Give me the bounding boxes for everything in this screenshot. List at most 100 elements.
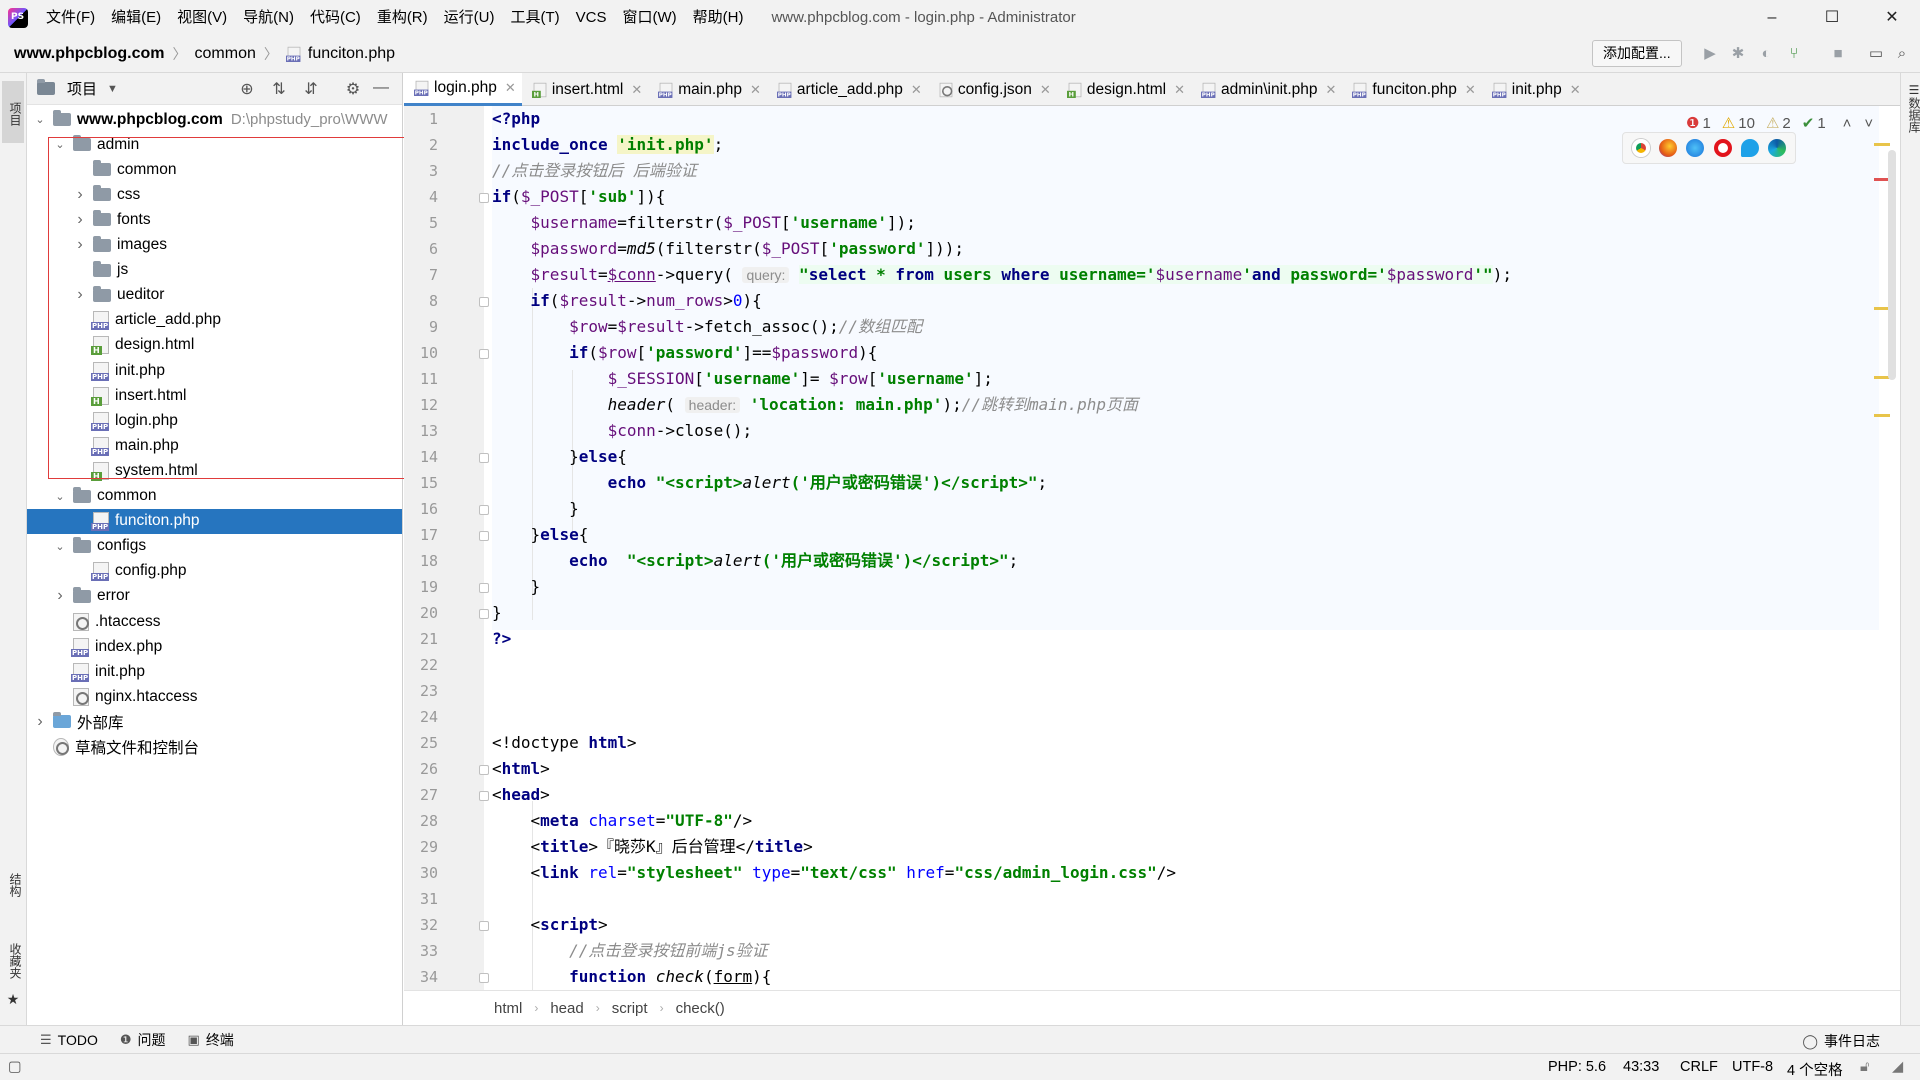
debug-icon[interactable]: ✱: [1728, 44, 1748, 64]
chevron-down-icon[interactable]: ⌄: [53, 490, 67, 503]
breadcrumb-project[interactable]: www.phpcblog.com: [14, 45, 165, 63]
add-configuration-button[interactable]: 添加配置...: [1592, 40, 1682, 67]
tree-file[interactable]: system.html: [27, 458, 402, 483]
tab-login-php[interactable]: login.php ✕: [404, 73, 522, 106]
fold-marker-icon[interactable]: [479, 765, 489, 775]
warning-mark[interactable]: [1874, 414, 1890, 417]
safari-icon[interactable]: [1686, 139, 1705, 157]
memory-indicator-icon[interactable]: ◢: [1892, 1059, 1903, 1075]
line-separator[interactable]: CRLF: [1680, 1059, 1718, 1075]
firefox-icon[interactable]: [1658, 139, 1677, 157]
event-log-button[interactable]: ◯ 事件日志: [1802, 1031, 1880, 1051]
todo-tool-button[interactable]: ☰ TODO: [40, 1032, 98, 1048]
stop-icon[interactable]: ■: [1828, 44, 1848, 64]
chevron-right-icon[interactable]: ›: [73, 236, 87, 254]
strip-tab-project[interactable]: 项目: [2, 81, 24, 143]
close-button[interactable]: ✕: [1864, 0, 1920, 35]
tab-main-php[interactable]: main.php ✕: [648, 73, 767, 106]
breadcrumb-file[interactable]: funciton.php: [308, 45, 395, 63]
tree-file[interactable]: config.php: [27, 559, 402, 584]
close-tab-icon[interactable]: ✕: [1040, 82, 1051, 98]
collapse-all-icon[interactable]: ⇵: [301, 79, 321, 99]
crumb-function[interactable]: check(): [676, 1000, 725, 1017]
gear-icon[interactable]: ⚙: [343, 79, 363, 99]
maximize-button[interactable]: ☐: [1804, 0, 1860, 35]
php-version[interactable]: PHP: 5.6: [1548, 1059, 1606, 1075]
menu-refactor[interactable]: 重构(R): [369, 0, 436, 35]
inspection-widget[interactable]: ❶1 ⚠ 10 ⚠ 2 ✔ 1 ˄ ˅: [1686, 114, 1873, 133]
file-encoding[interactable]: UTF-8: [1732, 1059, 1773, 1075]
crumb-head[interactable]: head: [550, 1000, 583, 1017]
tree-file[interactable]: insert.html: [27, 383, 402, 408]
tree-file[interactable]: login.php: [27, 408, 402, 433]
chevron-right-icon[interactable]: ›: [73, 186, 87, 204]
menu-vcs[interactable]: VCS: [568, 0, 615, 35]
close-tab-icon[interactable]: ✕: [505, 80, 516, 96]
tab-init-php[interactable]: init.php ✕: [1482, 73, 1587, 106]
tab-admin-init-php[interactable]: admin\init.php ✕: [1191, 73, 1342, 106]
tree-folder[interactable]: › fonts: [27, 207, 402, 232]
hide-panel-icon[interactable]: —: [371, 79, 391, 97]
tree-file[interactable]: .htaccess: [27, 609, 402, 634]
chevron-right-icon[interactable]: ›: [73, 286, 87, 304]
tab-insert-html[interactable]: insert.html ✕: [522, 73, 648, 106]
close-tab-icon[interactable]: ✕: [1570, 82, 1581, 98]
tab-design-html[interactable]: design.html ✕: [1057, 73, 1191, 106]
tree-file[interactable]: funciton.php: [27, 508, 402, 534]
fold-marker-icon[interactable]: [479, 505, 489, 515]
menu-navigate[interactable]: 导航(N): [235, 0, 302, 35]
chevron-down-icon[interactable]: ⌄: [33, 113, 47, 126]
tree-folder[interactable]: ⌄ common: [27, 484, 402, 509]
fold-marker-icon[interactable]: [479, 791, 489, 801]
menu-run[interactable]: 运行(U): [436, 0, 503, 35]
dropdown-icon[interactable]: ▼: [107, 83, 118, 95]
caret-position[interactable]: 43:33: [1623, 1059, 1659, 1075]
fold-marker-icon[interactable]: [479, 453, 489, 463]
chevron-down-icon[interactable]: ⌄: [53, 138, 67, 151]
close-tab-icon[interactable]: ✕: [1465, 82, 1476, 98]
locate-file-icon[interactable]: ⊕: [237, 79, 257, 99]
chevron-right-icon[interactable]: ›: [33, 713, 47, 731]
close-tab-icon[interactable]: ✕: [631, 82, 642, 98]
toggle-tool-windows-icon[interactable]: ▢: [8, 1059, 22, 1075]
chevron-up-icon[interactable]: ˄: [1843, 115, 1852, 132]
tree-file[interactable]: main.php: [27, 433, 402, 458]
chevron-right-icon[interactable]: ›: [73, 211, 87, 229]
menu-edit[interactable]: 编辑(E): [103, 0, 169, 35]
crumb-html[interactable]: html: [494, 1000, 522, 1017]
tab-funciton-php[interactable]: funciton.php ✕: [1342, 73, 1481, 106]
close-tab-icon[interactable]: ✕: [1326, 82, 1337, 98]
search-icon[interactable]: ⌕: [1892, 44, 1912, 64]
project-panel-title[interactable]: 项目: [67, 78, 97, 99]
strip-tab-favorites[interactable]: 收藏夹: [2, 943, 24, 979]
menu-tools[interactable]: 工具(T): [502, 0, 567, 35]
code-area[interactable]: <?php include_once 'init.php'; //点击登录按钮后…: [492, 106, 1892, 990]
tree-folder[interactable]: › error: [27, 584, 402, 609]
menu-code[interactable]: 代码(C): [302, 0, 369, 35]
run-icon[interactable]: ▶: [1700, 44, 1720, 64]
tab-config-json[interactable]: config.json ✕: [928, 73, 1057, 106]
tab-article-add-php[interactable]: article_add.php ✕: [767, 73, 928, 106]
git-icon[interactable]: ⑂: [1784, 44, 1804, 64]
edge-icon[interactable]: [1768, 139, 1787, 157]
vertical-scrollbar[interactable]: [1888, 150, 1896, 380]
tree-folder[interactable]: › ueditor: [27, 283, 402, 308]
tree-folder[interactable]: › images: [27, 233, 402, 258]
fold-marker-icon[interactable]: [479, 921, 489, 931]
tree-file[interactable]: 草稿文件和控制台: [27, 735, 402, 760]
chevron-right-icon[interactable]: ›: [53, 587, 67, 605]
breadcrumb-folder[interactable]: common: [195, 45, 256, 63]
terminal-tool-button[interactable]: ▣ 终端: [188, 1030, 234, 1050]
lock-icon[interactable]: 🔓︎: [1860, 1059, 1869, 1075]
tree-file[interactable]: init.php: [27, 358, 402, 383]
close-tab-icon[interactable]: ✕: [1174, 82, 1185, 98]
layout-icon[interactable]: ▭: [1866, 44, 1886, 64]
internet-explorer-icon[interactable]: [1740, 139, 1759, 157]
chrome-icon[interactable]: [1631, 139, 1650, 157]
warning-mark[interactable]: [1874, 143, 1890, 146]
close-tab-icon[interactable]: ✕: [911, 82, 922, 98]
fold-marker-icon[interactable]: [479, 531, 489, 541]
crumb-script[interactable]: script: [612, 1000, 648, 1017]
code-editor[interactable]: 1 2 3 4 5 6 7 8 9 10 11 12 13 14 15 16 17 18 19 20 21 22 23 24 2…: [404, 106, 1900, 990]
chevron-down-icon[interactable]: ⌄: [53, 540, 67, 553]
